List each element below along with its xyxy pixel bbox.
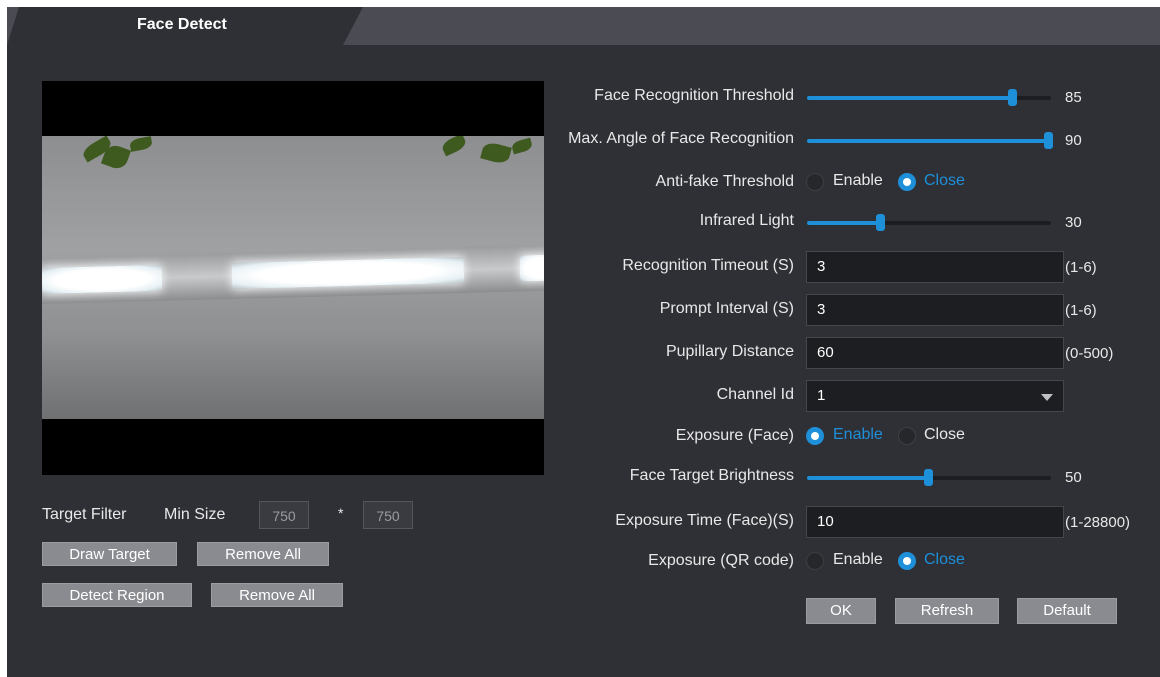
tab-face-detect-label: Face Detect (137, 16, 227, 33)
infrared-light-value: 30 (1065, 214, 1082, 231)
exposure-qr-label: Exposure (QR code) (648, 552, 794, 569)
infrared-light-slider[interactable] (807, 214, 1051, 231)
exposure-face-label: Exposure (Face) (675, 427, 794, 444)
exposure-qr-enable-label[interactable]: Enable (833, 551, 883, 569)
face-recognition-threshold-slider[interactable] (807, 89, 1051, 106)
recognition-timeout-input[interactable]: 3 (806, 251, 1064, 283)
channel-id-select[interactable]: 1 (806, 380, 1064, 412)
infrared-light-label: Infrared Light (699, 212, 794, 229)
tab-bar: Face Detect (7, 7, 1160, 45)
draw-target-button[interactable]: Draw Target (42, 542, 177, 566)
slider-fill (807, 139, 1049, 143)
recognition-timeout-label: Recognition Timeout (S) (622, 257, 794, 274)
anti-fake-radio-group: Enable Close (806, 172, 986, 194)
face-detect-page: Face Detect Target Filter Min Size 750 *… (7, 7, 1160, 677)
slider-thumb[interactable] (876, 214, 885, 231)
pupillary-distance-range: (0-500) (1065, 345, 1114, 362)
default-button[interactable]: Default (1017, 598, 1117, 624)
detect-region-button[interactable]: Detect Region (42, 583, 192, 607)
anti-fake-close-radio[interactable] (898, 173, 916, 191)
face-recognition-threshold-value: 85 (1065, 89, 1082, 106)
exposure-face-close-label[interactable]: Close (924, 426, 965, 444)
ok-button[interactable]: OK (806, 598, 876, 624)
face-recognition-threshold-label: Face Recognition Threshold (594, 87, 794, 104)
max-angle-label: Max. Angle of Face Recognition (568, 130, 794, 147)
slider-thumb[interactable] (1008, 89, 1017, 106)
prompt-interval-input[interactable]: 3 (806, 294, 1064, 326)
tab-face-detect[interactable]: Face Detect (7, 7, 363, 45)
face-target-brightness-value: 50 (1065, 469, 1082, 486)
slider-fill (807, 221, 881, 225)
camera-image (42, 136, 544, 419)
light-fixture (42, 244, 544, 304)
video-preview[interactable] (42, 81, 544, 475)
channel-id-label: Channel Id (716, 386, 794, 403)
anti-fake-threshold-label: Anti-fake Threshold (655, 173, 794, 190)
size-separator: * (338, 505, 344, 521)
pupillary-distance-label: Pupillary Distance (665, 343, 794, 360)
channel-id-value: 1 (817, 387, 826, 404)
recognition-timeout-range: (1-6) (1065, 259, 1097, 276)
face-target-brightness-slider[interactable] (807, 469, 1051, 486)
anti-fake-enable-radio[interactable] (806, 173, 824, 191)
exposure-face-radio-group: Enable Close (806, 426, 986, 448)
exposure-face-enable-radio[interactable] (806, 427, 824, 445)
exposure-time-face-input[interactable]: 10 (806, 506, 1064, 538)
min-size-height-input[interactable]: 750 (363, 501, 413, 529)
anti-fake-close-label[interactable]: Close (924, 172, 965, 190)
slider-fill (807, 476, 929, 480)
prompt-interval-label: Prompt Interval (S) (659, 300, 794, 317)
anti-fake-enable-label[interactable]: Enable (833, 172, 883, 190)
exposure-qr-close-label[interactable]: Close (924, 551, 965, 569)
slider-fill (807, 96, 1013, 100)
chevron-down-icon (1041, 394, 1053, 401)
exposure-face-close-radio[interactable] (898, 427, 916, 445)
prompt-interval-range: (1-6) (1065, 302, 1097, 319)
max-angle-slider[interactable] (807, 132, 1053, 149)
pupillary-distance-input[interactable]: 60 (806, 337, 1064, 369)
exposure-face-enable-label[interactable]: Enable (833, 426, 883, 444)
slider-thumb[interactable] (1044, 132, 1053, 149)
min-size-label: Min Size (164, 506, 226, 523)
face-target-brightness-label: Face Target Brightness (629, 467, 794, 484)
remove-all-targets-button[interactable]: Remove All (197, 542, 329, 566)
min-size-width-input[interactable]: 750 (259, 501, 309, 529)
slider-thumb[interactable] (924, 469, 933, 486)
remove-all-regions-button[interactable]: Remove All (211, 583, 343, 607)
exposure-time-face-label: Exposure Time (Face)(S) (615, 512, 794, 529)
exposure-time-face-range: (1-28800) (1065, 514, 1131, 531)
exposure-qr-enable-radio[interactable] (806, 552, 824, 570)
max-angle-value: 90 (1065, 132, 1082, 149)
exposure-qr-radio-group: Enable Close (806, 551, 986, 573)
exposure-qr-close-radio[interactable] (898, 552, 916, 570)
target-filter-label: Target Filter (42, 506, 127, 523)
refresh-button[interactable]: Refresh (895, 598, 999, 624)
